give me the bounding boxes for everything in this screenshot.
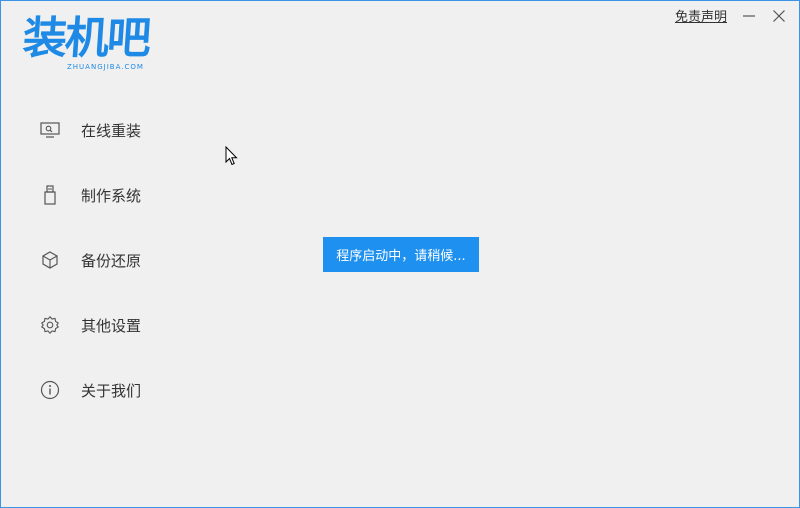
sidebar-item-backup-restore[interactable]: 备份还原: [39, 237, 141, 283]
monitor-icon: [39, 119, 61, 141]
app-window: 装机吧 ZHUANGJIBA.COM 免责声明 在线重装 制作系统 备份还原 其…: [0, 0, 800, 508]
app-logo: 装机吧 ZHUANGJIBA.COM: [21, 13, 173, 77]
info-icon: [39, 379, 61, 401]
sidebar-item-label: 在线重装: [81, 121, 142, 140]
gear-icon: [39, 314, 61, 336]
sidebar-item-online-reinstall[interactable]: 在线重装: [39, 107, 141, 153]
sidebar-menu: 在线重装 制作系统 备份还原 其他设置 关于我们: [39, 107, 141, 432]
usb-drive-icon: [39, 184, 61, 206]
loading-toast: 程序启动中，请稍候...: [323, 237, 479, 272]
sidebar-item-other-settings[interactable]: 其他设置: [39, 302, 141, 348]
sidebar-item-label: 其他设置: [81, 316, 142, 335]
minimize-icon: [743, 14, 755, 17]
close-button[interactable]: [771, 8, 787, 24]
sidebar-item-make-system[interactable]: 制作系统: [39, 172, 141, 218]
sidebar-item-label: 备份还原: [81, 251, 142, 270]
sidebar-item-label: 关于我们: [81, 381, 142, 400]
minimize-button[interactable]: [741, 8, 757, 24]
sidebar-item-about-us[interactable]: 关于我们: [39, 367, 141, 413]
disclaimer-link[interactable]: 免责声明: [675, 6, 727, 25]
backup-cube-icon: [39, 249, 61, 271]
titlebar-controls: 免责声明: [675, 6, 787, 25]
mouse-cursor-icon: [225, 146, 238, 166]
logo-name-en: ZHUANGJIBA.COM: [67, 63, 144, 71]
logo-name-cn: 装机吧: [21, 13, 151, 64]
close-icon: [773, 9, 785, 22]
sidebar-item-label: 制作系统: [81, 186, 142, 205]
